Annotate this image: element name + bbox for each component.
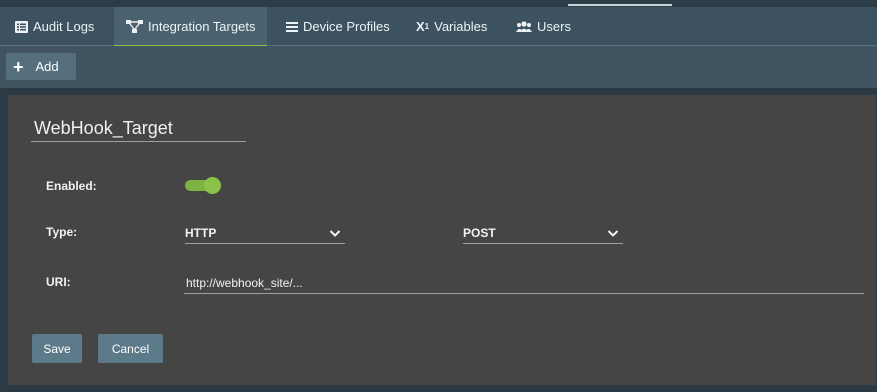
list-icon bbox=[15, 20, 28, 33]
tab-integration-targets[interactable]: Integration Targets bbox=[114, 7, 267, 47]
users-icon bbox=[516, 21, 532, 32]
tab-variables[interactable]: X1 Variables bbox=[405, 7, 500, 46]
bottom-strip bbox=[0, 385, 877, 392]
tab-label: Integration Targets bbox=[148, 19, 256, 34]
tab-label: Variables bbox=[434, 19, 488, 34]
type-select-value: HTTP bbox=[185, 226, 217, 240]
tab-label: Users bbox=[537, 19, 571, 34]
cancel-button[interactable]: Cancel bbox=[98, 334, 163, 363]
add-button-label: Add bbox=[35, 59, 59, 74]
chevron-down-icon bbox=[607, 230, 619, 237]
network-icon bbox=[126, 20, 143, 33]
menu-icon bbox=[286, 21, 298, 32]
target-name-value: WebHook_Target bbox=[34, 118, 173, 138]
uri-label: URI: bbox=[46, 275, 71, 289]
enabled-label: Enabled: bbox=[46, 179, 97, 193]
form-panel: WebHook_Target Enabled: Type: HTTP POST … bbox=[8, 95, 876, 385]
uri-value: http://webhook_site/... bbox=[186, 276, 303, 290]
uri-input[interactable]: http://webhook_site/... bbox=[184, 275, 864, 294]
method-select[interactable]: POST bbox=[463, 222, 623, 244]
tab-label: Audit Logs bbox=[33, 19, 95, 34]
top-highlight bbox=[568, 4, 672, 6]
type-label: Type: bbox=[46, 225, 78, 239]
save-button[interactable]: Save bbox=[32, 334, 82, 363]
target-name-input[interactable]: WebHook_Target bbox=[31, 118, 246, 142]
toolbar: + Add bbox=[0, 46, 877, 88]
type-select[interactable]: HTTP bbox=[185, 222, 345, 244]
tab-bar: Audit Logs Integration Targets Device Pr… bbox=[0, 7, 877, 47]
tab-label: Device Profiles bbox=[303, 19, 390, 34]
plus-icon: + bbox=[13, 56, 24, 77]
tab-audit-logs[interactable]: Audit Logs bbox=[7, 7, 108, 46]
tab-users[interactable]: Users bbox=[506, 7, 586, 46]
enabled-toggle[interactable] bbox=[185, 177, 221, 194]
add-button[interactable]: + Add bbox=[6, 53, 76, 80]
variable-icon: X1 bbox=[416, 19, 430, 34]
top-strip bbox=[0, 0, 877, 7]
method-select-value: POST bbox=[463, 226, 496, 240]
tab-device-profiles[interactable]: Device Profiles bbox=[276, 7, 396, 46]
chevron-down-icon bbox=[329, 230, 341, 237]
toggle-knob bbox=[204, 177, 221, 194]
